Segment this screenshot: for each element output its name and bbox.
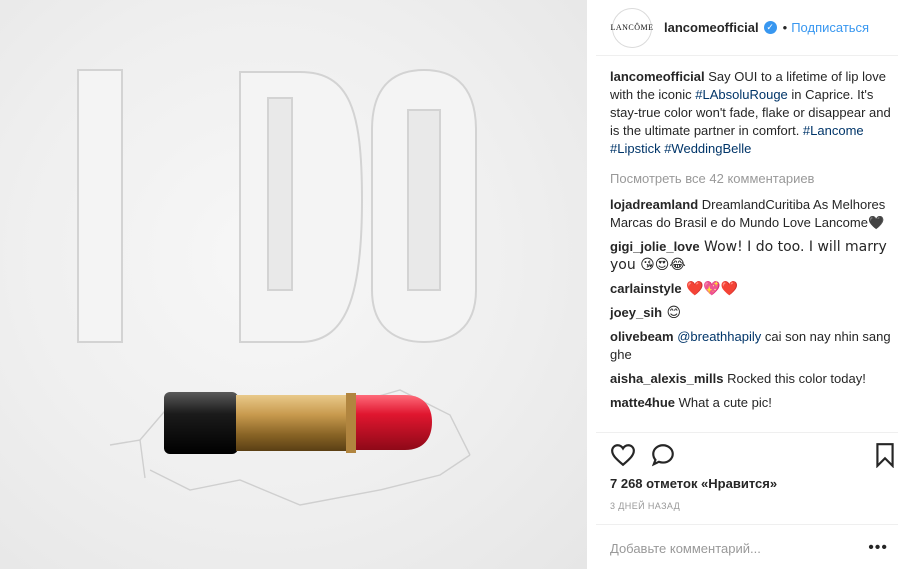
comment-item: lojadreamland DreamlandCuritiba As Melho… [610,197,886,230]
hashtag[interactable]: #Lipstick [610,141,661,156]
hashtag[interactable]: #Lancome [803,123,864,138]
comments-list: lancomeofficial Say OUI to a lifetime of… [610,68,892,418]
post-photo[interactable] [0,0,587,569]
add-comment-input[interactable] [610,541,850,556]
embossed-letter-i [77,69,123,343]
avatar[interactable]: LANCÔME [610,7,653,48]
post-header: LANCÔME lancomeofficial ✓ • Подписаться [596,0,898,56]
action-bar [596,432,898,472]
comment-username[interactable]: olivebeam [610,329,674,344]
lipstick [164,392,432,454]
comment-item: joey_sih 😊 [610,305,682,321]
photo-illustration [77,68,477,506]
comment-username[interactable]: aisha_alexis_mills [610,371,723,386]
comment-username[interactable]: joey_sih [610,305,662,320]
embossed-letter-o [371,68,477,344]
hashtag[interactable]: #LAbsoluRouge [695,87,788,102]
separator-dot: • [782,20,788,35]
hashtag[interactable]: #WeddingBelle [664,141,751,156]
follow-button[interactable]: Подписаться [791,20,869,35]
verified-check-icon: ✓ [763,21,777,34]
mention-link[interactable]: @breathhapily [677,329,761,344]
comment-username[interactable]: lojadreamland [610,197,698,212]
embossed-letter-d [239,71,364,343]
comment-icon[interactable] [650,442,676,468]
more-options-icon[interactable]: ••• [868,539,888,557]
header-username[interactable]: lancomeofficial [664,20,759,35]
comment-item: gigi_jolie_love Wow! I do too. I will ma… [610,239,887,273]
comment-username[interactable]: matte4hue [610,395,675,410]
comment-item: olivebeam @breathhapily cai son nay nhin… [610,329,891,362]
heart-icon[interactable] [610,442,636,468]
bookmark-icon[interactable] [872,442,898,468]
comment-username[interactable]: carlainstyle [610,281,682,296]
post-timestamp: 3 ДНЕЙ НАЗАД [610,501,681,511]
comment-username[interactable]: gigi_jolie_love [610,239,700,254]
post-caption: lancomeofficial Say OUI to a lifetime of… [610,69,891,156]
view-all-comments-link[interactable]: Посмотреть все 42 комментариев [610,170,892,188]
comment-item: matte4hue What a cute pic! [610,395,772,410]
post-sidebar: LANCÔME lancomeofficial ✓ • Подписаться … [596,0,903,569]
likes-count[interactable]: 7 268 отметок «Нравится» [610,476,777,491]
comment-item: aisha_alexis_mills Rocked this color tod… [610,371,866,386]
caption-username[interactable]: lancomeofficial [610,69,705,84]
comment-item: carlainstyle ❤️💖❤️ [610,281,739,297]
add-comment-bar: ••• [596,524,898,569]
